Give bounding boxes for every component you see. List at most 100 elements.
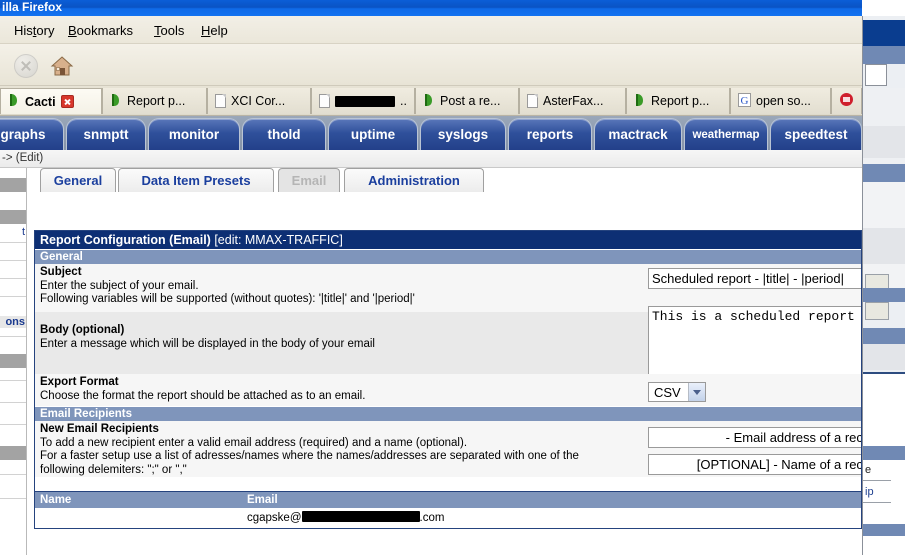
cacti-page: graphs snmptt monitor thold uptime syslo…: [0, 116, 862, 555]
export-format-label-block: Export Format Choose the format the repo…: [35, 374, 645, 406]
background-window-row: [863, 182, 905, 228]
background-window[interactable]: e ip: [862, 16, 905, 555]
document-icon: [215, 94, 226, 108]
recipient-email-input[interactable]: [648, 427, 861, 448]
cacti-tab-speedtest[interactable]: speedtest: [770, 118, 862, 150]
new-recipients-label: New Email Recipients: [40, 423, 159, 435]
browser-tab-asterfax[interactable]: AsterFax...: [519, 88, 626, 114]
cacti-favicon: [423, 93, 435, 110]
chevron-down-icon[interactable]: [687, 383, 705, 401]
cacti-tab-label: thold: [267, 127, 301, 142]
background-window-bar: [863, 288, 905, 302]
svg-text:G: G: [741, 95, 749, 107]
background-window-row: [863, 344, 905, 370]
cacti-tab-label: weathermap: [692, 128, 760, 141]
browser-tab-label: XCI Cor...: [231, 94, 286, 108]
menu-bookmarks[interactable]: Bookmarks: [62, 21, 139, 40]
cacti-tab-snmptt[interactable]: snmptt: [66, 118, 146, 150]
recipients-table: Name Email cgapske@ .com: [34, 491, 862, 529]
new-recipients-desc-3: following delemiters: ";" or ",": [40, 463, 187, 476]
subject-label: Subject: [40, 266, 82, 278]
background-window-bar: [863, 446, 905, 460]
section-email-recipients: Email Recipients: [35, 406, 861, 421]
tab-label: Administration: [368, 173, 460, 188]
close-icon[interactable]: [60, 95, 74, 108]
cacti-tab-graphs[interactable]: graphs: [0, 118, 64, 150]
subject-input[interactable]: [648, 268, 861, 289]
tab-label: Email: [291, 173, 327, 188]
window-titlebar: illa Firefox: [0, 0, 862, 16]
cacti-tab-monitor[interactable]: monitor: [148, 118, 240, 150]
browser-tab-report-p[interactable]: Report p...: [102, 88, 207, 114]
cacti-tab-label: syslogs: [437, 127, 489, 142]
email-prefix: cgapske@: [247, 512, 302, 524]
background-window-rule: [863, 480, 891, 481]
cacti-tab-label: snmptt: [83, 127, 129, 142]
sidebar-divider: [0, 402, 26, 403]
cacti-tab-syslogs[interactable]: syslogs: [420, 118, 506, 150]
body-textarea[interactable]: [648, 306, 861, 382]
breadcrumb: -> (Edit): [0, 150, 862, 168]
tab-administration[interactable]: Administration: [344, 168, 484, 192]
body-label: Body (optional): [40, 324, 125, 336]
browser-tab-open-so[interactable]: G open so...: [730, 88, 831, 114]
cacti-tab-reports[interactable]: reports: [508, 118, 592, 150]
browser-tab-redacted[interactable]: ..: [311, 88, 415, 114]
subject-control: [648, 268, 861, 289]
recipient-name-input[interactable]: [648, 454, 861, 475]
sidebar-section-header: [0, 354, 26, 368]
pdf-icon: [839, 92, 854, 110]
sidebar-divider: [0, 474, 26, 475]
tab-general[interactable]: General: [40, 168, 116, 192]
sidebar-divider: [0, 498, 26, 499]
browser-tab-cacti[interactable]: Cacti: [0, 88, 102, 114]
home-icon[interactable]: [50, 54, 74, 78]
sidebar-item-fragment[interactable]: t: [0, 226, 26, 238]
browser-tab-label: open so...: [756, 94, 811, 108]
browser-tab-report-p-2[interactable]: Report p...: [626, 88, 730, 114]
background-window-bar: [863, 164, 905, 182]
cacti-tab-weathermap[interactable]: weathermap: [684, 118, 768, 150]
browser-tab-post-a-re[interactable]: Post a re...: [415, 88, 519, 114]
subject-label-block: Subject Enter the subject of your email.…: [35, 264, 645, 312]
cacti-tab-label: reports: [526, 127, 574, 142]
sidebar-item-fragment-active[interactable]: ons: [0, 316, 26, 328]
stop-icon[interactable]: [14, 54, 38, 78]
navigation-toolbar: http://192.168.30.29/plugins/reportit/cc…: [0, 44, 862, 120]
cacti-tab-label: monitor: [168, 127, 220, 142]
background-window-text: e: [865, 464, 872, 476]
export-format-value: CSV: [654, 384, 681, 400]
sidebar-divider: [0, 242, 26, 243]
cacti-tab-label: graphs: [0, 127, 46, 142]
browser-tab-pdf[interactable]: [831, 88, 862, 114]
cacti-tab-uptime[interactable]: uptime: [328, 118, 418, 150]
field-row-subject: Subject Enter the subject of your email.…: [35, 264, 861, 312]
tab-data-item-presets[interactable]: Data Item Presets: [118, 168, 274, 192]
export-format-select[interactable]: CSV: [648, 382, 706, 402]
browser-tab-label: Report p...: [127, 94, 186, 108]
export-format-desc-1: Choose the format the report should be a…: [40, 389, 366, 402]
field-row-body: Body (optional) Enter a message which wi…: [35, 306, 861, 382]
cell-email: cgapske@ .com: [247, 511, 444, 524]
cacti-nav-tabs: graphs snmptt monitor thold uptime syslo…: [0, 116, 862, 150]
tab-email: Email: [278, 168, 340, 192]
cacti-tab-mactrack[interactable]: mactrack: [594, 118, 682, 150]
panel-title: Report Configuration (Email) [edit: MMAX…: [35, 231, 861, 249]
menu-history[interactable]: History: [8, 21, 60, 40]
cacti-tab-thold[interactable]: thold: [242, 118, 326, 150]
sidebar-divider: [0, 424, 26, 425]
subject-desc-1: Enter the subject of your email.: [40, 279, 199, 292]
background-window-row: [863, 228, 905, 264]
menu-help[interactable]: Help: [195, 21, 234, 40]
browser-tab-label: Post a re...: [440, 94, 501, 108]
table-row[interactable]: cgapske@ .com: [35, 508, 861, 528]
cacti-tab-label: mactrack: [608, 127, 668, 142]
sidebar-divider: [0, 336, 26, 337]
background-window-row: [863, 126, 905, 158]
browser-tab-xci-cor[interactable]: XCI Cor...: [207, 88, 311, 114]
body-desc-1: Enter a message which will be displayed …: [40, 337, 375, 350]
menu-tools[interactable]: Tools: [148, 21, 190, 40]
section-label: General: [40, 251, 83, 263]
background-window-text: ip: [865, 486, 874, 498]
cacti-tab-label: uptime: [350, 127, 396, 142]
